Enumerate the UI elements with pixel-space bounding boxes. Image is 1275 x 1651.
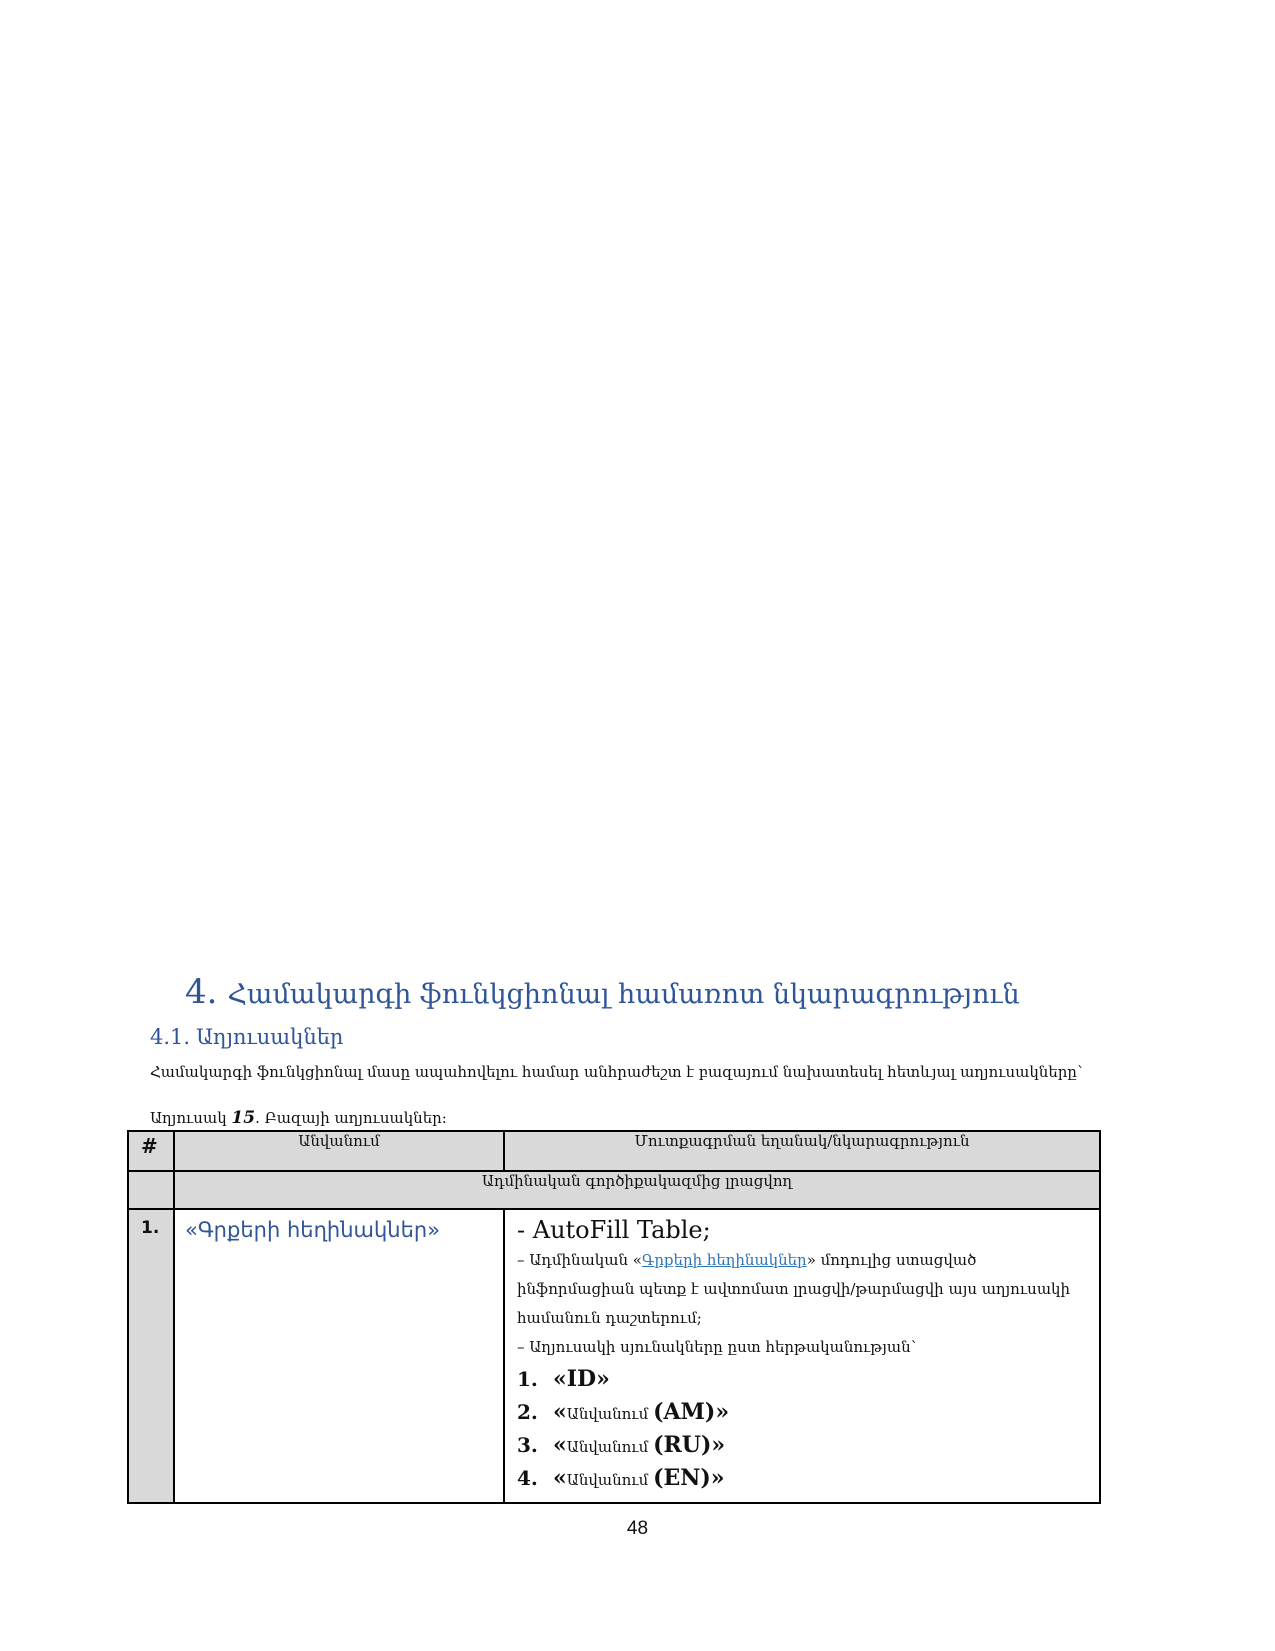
section-number: 4. [185, 972, 218, 1012]
list-item: 1. «ID» [517, 1364, 1089, 1397]
list-item-label: Անվանում [566, 1471, 654, 1489]
list-item-code: (EN) [653, 1465, 711, 1491]
list-item: 2. «Անվանում (AM)» [517, 1397, 1089, 1430]
list-item-label: Անվանում [566, 1438, 654, 1456]
tables-spec-table: # Անվանում Մուտքագրման եղանակ/նկարագրութ… [127, 1130, 1101, 1504]
row-name: «Գրքերի հեղինակներ» [173, 1208, 505, 1504]
row-description: - AutoFill Table; – Ադմինական «Գրքերի հե… [503, 1208, 1101, 1504]
caption-number: 15 [231, 1108, 256, 1128]
authors-module-link[interactable]: Գրքերի հեղինակներ [642, 1251, 807, 1269]
caption-text: . Բազայի աղյուսակներ: [255, 1109, 447, 1127]
desc-columns-intro: – Աղյուսակի սյունակները ըստ հերթականությ… [517, 1338, 917, 1356]
table-row: 1. «Գրքերի հեղինակներ» - AutoFill Table;… [127, 1208, 1101, 1504]
caption-prefix: Աղյուսակ [150, 1109, 227, 1127]
subsection-heading: 4.1. Աղյուսակներ [150, 1025, 343, 1049]
header-name: Անվանում [173, 1130, 505, 1172]
desc-info-line: ինֆորմացիան պետք է ավտոմատ լրացվի/թարմաց… [517, 1280, 1070, 1298]
subsection-title: Աղյուսակներ [196, 1025, 344, 1049]
list-item: 4. «Անվանում (EN)» [517, 1463, 1089, 1496]
row-index: 1. [127, 1208, 175, 1504]
section-heading: 4. Համակարգի ֆունկցիոնալ համառոտ նկարագրո… [185, 972, 1020, 1012]
list-item: 3. «Անվանում (RU)» [517, 1430, 1089, 1463]
section-title: Համակարգի ֆունկցիոնալ համառոտ նկարագրութ… [227, 979, 1020, 1010]
table-caption: Աղյուսակ 15. Բազայի աղյուսակներ: [150, 1108, 447, 1128]
subsection-number: 4.1. [150, 1025, 191, 1049]
list-item-code: (AM) [653, 1399, 716, 1425]
intro-paragraph: Համակարգի ֆունկցիոնալ մասը ապահովելու հա… [150, 1063, 1083, 1081]
header-description: Մուտքագրման եղանակ/նկարագրություն [503, 1130, 1101, 1172]
table-group-row: Ադմինական գործիքակազմից լրացվող [127, 1170, 1101, 1210]
list-item-label: Անվանում [566, 1405, 654, 1423]
document-page: 4. Համակարգի ֆունկցիոնալ համառոտ նկարագրո… [0, 0, 1275, 1651]
list-item-number: 3. [517, 1433, 538, 1457]
list-item-code: (RU) [653, 1432, 712, 1458]
desc-fields-line: համանուն դաշտերում; [517, 1309, 702, 1327]
column-list: 1. «ID» 2. «Անվանում (AM)» 3. «Անվանում (RU… [517, 1364, 1089, 1496]
page-number: 48 [626, 1518, 649, 1539]
desc-source-line: – Ադմինական «Գրքերի հեղինակներ» մոդուլից… [517, 1246, 1089, 1275]
list-item-code: ID [566, 1366, 597, 1392]
desc-source-suffix: » մոդուլից ստացված [806, 1251, 977, 1269]
header-number: # [127, 1130, 175, 1172]
list-item-number: 4. [517, 1466, 538, 1490]
desc-autofill: - AutoFill Table; [517, 1216, 711, 1244]
list-item-number: 1. [517, 1367, 538, 1391]
table-header-row: # Անվանում Մուտքագրման եղանակ/նկարագրութ… [127, 1130, 1101, 1172]
list-item-number: 2. [517, 1400, 538, 1424]
group-spacer-cell [127, 1170, 175, 1210]
desc-source-prefix: – Ադմինական « [517, 1251, 642, 1269]
group-label: Ադմինական գործիքակազմից լրացվող [173, 1170, 1101, 1210]
